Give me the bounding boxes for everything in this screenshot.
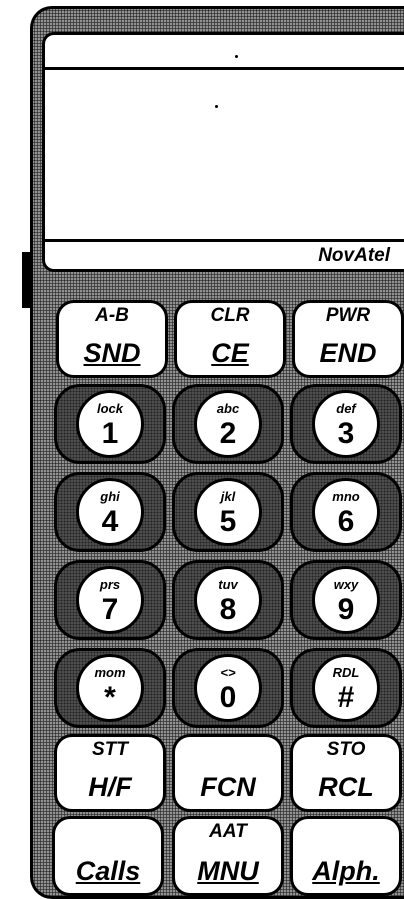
recall-key-alt-label: STO bbox=[326, 739, 366, 760]
key-8[interactable]: tuv 8 bbox=[194, 566, 262, 634]
key-box-9: wxy 9 bbox=[290, 560, 402, 640]
key-box-7: prs 7 bbox=[54, 560, 166, 640]
alpha-key-label: Alph. bbox=[312, 856, 380, 886]
alpha-key[interactable]: Alph. bbox=[290, 816, 402, 896]
key-7-letters: prs bbox=[99, 577, 121, 592]
key-box-2: abc 2 bbox=[172, 384, 284, 464]
clear-key-label: CE bbox=[211, 338, 249, 368]
key-box-8: tuv 8 bbox=[172, 560, 284, 640]
key-4[interactable]: ghi 4 bbox=[76, 478, 144, 546]
calls-key[interactable]: Calls bbox=[52, 816, 164, 896]
key-5-digit: 5 bbox=[219, 505, 237, 538]
key-9-letters: wxy bbox=[333, 577, 359, 592]
clear-key[interactable]: CLR CE bbox=[174, 300, 286, 378]
key-0-digit: 0 bbox=[219, 681, 237, 714]
key-7[interactable]: prs 7 bbox=[76, 566, 144, 634]
key-box-6: mno 6 bbox=[290, 472, 402, 552]
key-3-digit: 3 bbox=[337, 417, 355, 450]
menu-key[interactable]: AAT MNU bbox=[172, 816, 284, 896]
hands-free-key-label: H/F bbox=[88, 772, 132, 802]
key-1-letters: lock bbox=[96, 401, 123, 416]
display-divider-bottom bbox=[45, 239, 404, 242]
key-star[interactable]: mom * bbox=[76, 654, 144, 722]
end-key-alt-label: PWR bbox=[325, 305, 371, 326]
key-star-digit: * bbox=[104, 681, 116, 714]
key-box-hash: RDL # bbox=[290, 648, 402, 728]
hands-free-key-alt-label: STT bbox=[92, 739, 128, 760]
key-hash[interactable]: RDL # bbox=[312, 654, 380, 722]
brand-logo: NovAtel bbox=[318, 245, 390, 266]
key-2-letters: abc bbox=[216, 401, 240, 416]
key-box-5: jkl 5 bbox=[172, 472, 284, 552]
send-key-alt-label: A-B bbox=[95, 305, 129, 326]
end-key-label: END bbox=[319, 338, 377, 368]
key-9-digit: 9 bbox=[337, 593, 355, 626]
key-8-letters: tuv bbox=[218, 577, 238, 592]
key-9[interactable]: wxy 9 bbox=[312, 566, 380, 634]
key-5-letters: jkl bbox=[220, 489, 236, 504]
key-1[interactable]: lock 1 bbox=[76, 390, 144, 458]
key-hash-letters: RDL bbox=[332, 665, 360, 680]
key-box-0: <> 0 bbox=[172, 648, 284, 728]
recall-key-label: RCL bbox=[318, 772, 374, 802]
side-volume-key[interactable] bbox=[22, 252, 32, 308]
display-speck bbox=[235, 55, 238, 58]
key-7-digit: 7 bbox=[101, 593, 119, 626]
display-screen: NovAtel bbox=[42, 32, 404, 272]
send-key[interactable]: A-B SND bbox=[56, 300, 168, 378]
key-3[interactable]: def 3 bbox=[312, 390, 380, 458]
key-box-4: ghi 4 bbox=[54, 472, 166, 552]
key-0[interactable]: <> 0 bbox=[194, 654, 262, 722]
send-key-label: SND bbox=[83, 338, 141, 368]
display-divider-top bbox=[45, 67, 404, 70]
function-key[interactable]: FCN bbox=[172, 734, 284, 812]
display-speck bbox=[215, 105, 218, 108]
function-key-label: FCN bbox=[200, 772, 256, 802]
key-1-digit: 1 bbox=[101, 417, 119, 450]
key-4-letters: ghi bbox=[100, 489, 120, 504]
key-0-letters: <> bbox=[220, 665, 236, 680]
key-box-1: lock 1 bbox=[54, 384, 166, 464]
recall-key[interactable]: STO RCL bbox=[290, 734, 402, 812]
key-3-letters: def bbox=[336, 401, 356, 416]
key-box-3: def 3 bbox=[290, 384, 402, 464]
menu-key-alt-label: AAT bbox=[209, 821, 247, 842]
key-8-digit: 8 bbox=[219, 593, 237, 626]
key-6-digit: 6 bbox=[337, 505, 355, 538]
menu-key-label: MNU bbox=[197, 856, 259, 886]
key-6[interactable]: mno 6 bbox=[312, 478, 380, 546]
key-6-letters: mno bbox=[332, 489, 360, 504]
key-5[interactable]: jkl 5 bbox=[194, 478, 262, 546]
key-box-star: mom * bbox=[54, 648, 166, 728]
clear-key-alt-label: CLR bbox=[210, 305, 250, 326]
calls-key-label: Calls bbox=[75, 856, 141, 886]
key-hash-digit: # bbox=[337, 681, 355, 714]
key-star-letters: mom bbox=[94, 665, 126, 680]
key-2-digit: 2 bbox=[219, 417, 237, 450]
key-4-digit: 4 bbox=[101, 505, 119, 538]
hands-free-key[interactable]: STT H/F bbox=[54, 734, 166, 812]
end-key[interactable]: PWR END bbox=[292, 300, 404, 378]
key-2[interactable]: abc 2 bbox=[194, 390, 262, 458]
